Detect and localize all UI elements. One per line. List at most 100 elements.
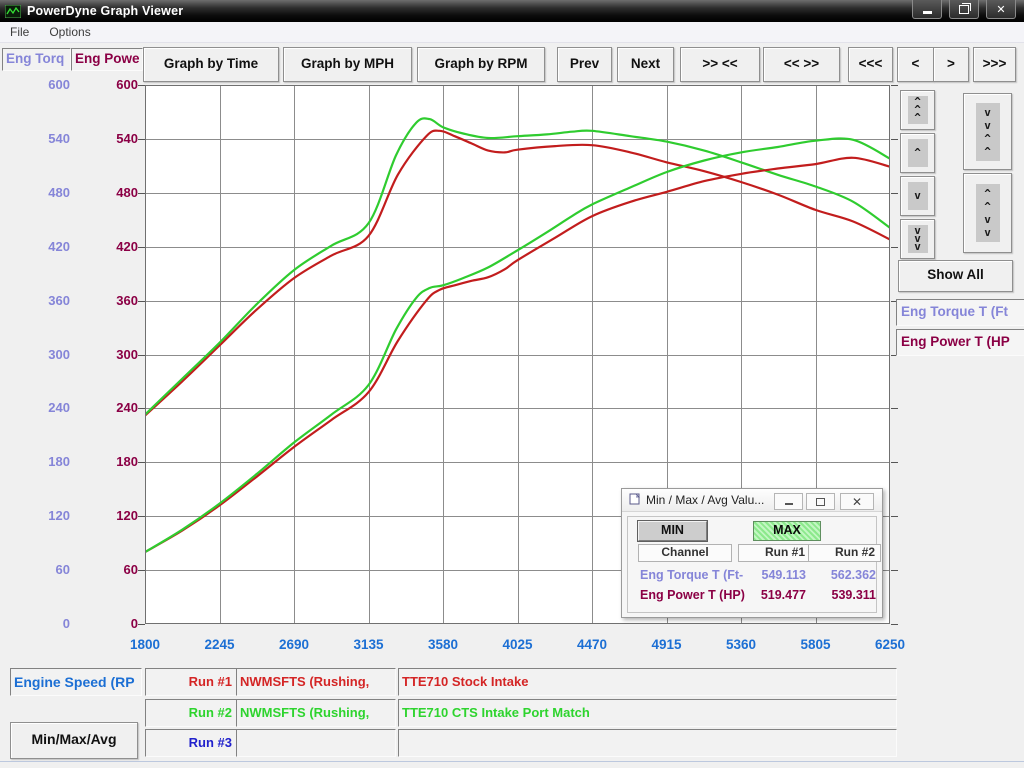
run2-title-box[interactable]: TTE710 CTS Intake Port Match (398, 699, 897, 727)
zoom-out-x-button[interactable]: << >> (763, 47, 840, 82)
minmax-restore-icon (816, 498, 825, 506)
channel-column-header[interactable]: Channel (638, 544, 732, 562)
min-button[interactable]: MIN (638, 521, 707, 541)
x-tick-6250: 6250 (860, 637, 920, 652)
scroll-far-left-button[interactable]: <<< (848, 47, 893, 82)
y-tick-power-240: 240 (74, 400, 138, 415)
graph-by-rpm-button[interactable]: Graph by RPM (417, 47, 545, 82)
minmax-minimize-button[interactable] (774, 493, 803, 510)
y-tick-power-360: 360 (74, 293, 138, 308)
minmax-panel: MIN MAX Channel Run #1 Run #2 Eng Torque… (627, 516, 877, 613)
compress-scale-button[interactable]: vv^^ (963, 93, 1012, 170)
min-button-label: MIN (661, 523, 684, 537)
torque-channel-box[interactable]: Eng Torque T (Ft (896, 299, 1024, 326)
y-tickmark-right (891, 408, 898, 409)
y-tickmark-left (138, 301, 145, 302)
scroll-right-button[interactable]: > (933, 47, 969, 82)
close-button[interactable]: ✕ (986, 0, 1016, 19)
y-tickmark-left (138, 139, 145, 140)
next-button[interactable]: Next (617, 47, 674, 82)
run3-label: Run #3 (189, 735, 232, 750)
y-tickmark-left (138, 624, 145, 625)
channel-header-label: Channel (661, 545, 708, 559)
run1-comment: NWMSFTS (Rushing, (240, 674, 369, 689)
scroll-left-button[interactable]: < (897, 47, 934, 82)
run1-title: TTE710 Stock Intake (402, 674, 528, 689)
torque-axis-header[interactable]: Eng Torq (2, 48, 71, 71)
y-tick-torque-0: 0 (0, 616, 70, 631)
y-tick-power-540: 540 (74, 131, 138, 146)
run1-column-header[interactable]: Run #1 (738, 544, 811, 562)
minmax-avg-button[interactable]: Min/Max/Avg (10, 722, 138, 759)
scroll-down-button[interactable]: v (900, 176, 935, 216)
torque-channel-label: Eng Torque T (Ft (901, 304, 1008, 319)
max-button[interactable]: MAX (753, 521, 821, 541)
window-bottom-edge (0, 761, 1024, 762)
scroll-top-button-icon: ^^^ (908, 96, 928, 124)
y-tickmark-left (138, 355, 145, 356)
power-channel-box[interactable]: Eng Power T (HP (896, 329, 1024, 356)
y-tick-torque-420: 420 (0, 239, 70, 254)
compress-scale-button-icon: vv^^ (976, 103, 1000, 161)
minmax-row-power-run1: 519.477 (738, 588, 806, 602)
power-axis-header[interactable]: Eng Powe (71, 48, 143, 71)
x-tick-4915: 4915 (637, 637, 697, 652)
menu-item-file[interactable]: File (0, 25, 39, 39)
expand-scale-button-icon: ^^vv (976, 184, 1000, 242)
prev-button[interactable]: Prev (557, 47, 612, 82)
show-all-button[interactable]: Show All (898, 260, 1013, 292)
y-tickmark-left (138, 516, 145, 517)
scroll-up-button[interactable]: ^ (900, 133, 935, 173)
run3-title-box[interactable] (398, 729, 897, 757)
menu-bar: FileOptions (0, 22, 1024, 43)
run3-comment-box[interactable] (236, 729, 396, 757)
menu-item-options[interactable]: Options (39, 25, 100, 39)
scroll-bottom-button[interactable]: vvv (900, 219, 935, 259)
run1-title-box[interactable]: TTE710 Stock Intake (398, 668, 897, 696)
y-tickmark-right (891, 624, 898, 625)
x-tick-3135: 3135 (339, 637, 399, 652)
y-tickmark-right (891, 570, 898, 571)
y-tickmark-right (891, 516, 898, 517)
restore-icon (959, 5, 969, 14)
scroll-bottom-button-icon: vvv (908, 225, 928, 253)
scroll-up-button-icon: ^ (908, 139, 928, 167)
y-tick-torque-180: 180 (0, 454, 70, 469)
y-tickmark-left (138, 193, 145, 194)
y-tickmark-right (891, 247, 898, 248)
x-tick-5360: 5360 (711, 637, 771, 652)
minmax-avg-button-label: Min/Max/Avg (31, 731, 116, 747)
graph-by-mph-button[interactable]: Graph by MPH (283, 47, 412, 82)
minmax-window[interactable]: Min / Max / Avg Valu... ✕ MIN MAX Channe… (621, 488, 883, 618)
scroll-top-button[interactable]: ^^^ (900, 90, 935, 130)
run3-label-box[interactable]: Run #3 (145, 729, 240, 757)
minmax-row-torque-run2: 562.362 (808, 568, 876, 582)
window-title: PowerDyne Graph Viewer (27, 4, 183, 18)
graph-by-time-button[interactable]: Graph by Time (143, 47, 279, 82)
torque-axis-header-label: Eng Torq (6, 51, 64, 66)
y-tick-power-60: 60 (74, 562, 138, 577)
zoom-in-x-button[interactable]: >> << (680, 47, 760, 82)
y-tickmark-left (138, 462, 145, 463)
minmax-row-power-run2: 539.311 (808, 588, 876, 602)
y-tick-torque-60: 60 (0, 562, 70, 577)
minimize-button[interactable] (912, 0, 942, 19)
x-axis-channel-box[interactable]: Engine Speed (RP (10, 668, 142, 696)
y-tickmark-right (891, 85, 898, 86)
run2-label: Run #2 (189, 705, 232, 720)
run2-header-label: Run #2 (835, 545, 875, 559)
run2-comment-box[interactable]: NWMSFTS (Rushing, (236, 699, 396, 727)
expand-scale-button[interactable]: ^^vv (963, 173, 1012, 253)
run1-label-box[interactable]: Run #1 (145, 668, 240, 696)
run2-column-header[interactable]: Run #2 (808, 544, 881, 562)
minmax-title-bar[interactable]: Min / Max / Avg Valu... ✕ (622, 489, 882, 512)
run2-label-box[interactable]: Run #2 (145, 699, 240, 727)
run1-comment-box[interactable]: NWMSFTS (Rushing, (236, 668, 396, 696)
scroll-far-right-button[interactable]: >>> (973, 47, 1016, 82)
y-tick-power-480: 480 (74, 185, 138, 200)
minmax-close-button[interactable]: ✕ (840, 493, 874, 510)
minmax-restore-button[interactable] (806, 493, 835, 510)
y-tickmark-left (138, 408, 145, 409)
restore-button[interactable] (949, 0, 979, 19)
x-tick-4470: 4470 (562, 637, 622, 652)
